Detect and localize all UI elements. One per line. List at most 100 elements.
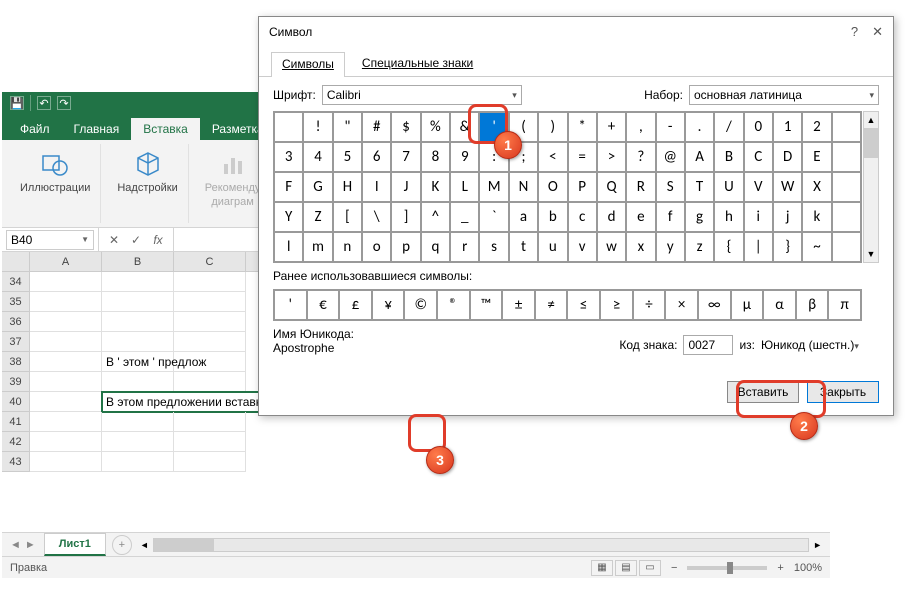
addins-button[interactable]: Надстройки — [113, 146, 181, 196]
char-cell[interactable]: [ — [333, 202, 362, 232]
char-cell[interactable]: k — [802, 202, 831, 232]
char-cell[interactable]: m — [303, 232, 332, 262]
char-cell[interactable]: 5 — [333, 142, 362, 172]
char-cell[interactable] — [274, 112, 303, 142]
char-cell[interactable]: & — [450, 112, 479, 142]
recent-char[interactable]: µ — [731, 290, 764, 320]
char-cell[interactable]: h — [714, 202, 743, 232]
view-page-layout-icon[interactable]: ▤ — [615, 560, 637, 576]
char-cell[interactable]: ^ — [421, 202, 450, 232]
recent-char[interactable]: ≠ — [535, 290, 568, 320]
tab-special-chars[interactable]: Специальные знаки — [351, 51, 484, 76]
char-cell[interactable]: | — [744, 232, 773, 262]
char-cell[interactable]: i — [744, 202, 773, 232]
char-cell[interactable]: T — [685, 172, 714, 202]
enter-formula-icon[interactable]: ✓ — [127, 233, 145, 247]
char-cell[interactable]: u — [538, 232, 567, 262]
char-cell[interactable]: C — [744, 142, 773, 172]
row-headers[interactable]: 34353637383940414243 — [2, 272, 30, 472]
char-cell[interactable]: E — [802, 142, 831, 172]
tab-file[interactable]: Файл — [8, 118, 62, 140]
char-cell[interactable]: * — [568, 112, 597, 142]
char-cell[interactable]: 7 — [391, 142, 420, 172]
char-cell[interactable]: ? — [626, 142, 655, 172]
char-cell[interactable]: q — [421, 232, 450, 262]
encoding-select[interactable]: Юникод (шестн.)▾ — [761, 338, 879, 352]
char-cell[interactable]: / — [714, 112, 743, 142]
close-icon[interactable]: ✕ — [872, 24, 883, 40]
char-cell[interactable]: { — [714, 232, 743, 262]
recent-char[interactable]: £ — [339, 290, 372, 320]
char-cell[interactable]: w — [597, 232, 626, 262]
recent-char[interactable]: © — [404, 290, 437, 320]
code-input[interactable] — [683, 335, 733, 355]
recent-char[interactable]: ™ — [470, 290, 503, 320]
char-cell[interactable]: } — [773, 232, 802, 262]
tab-symbols[interactable]: Символы — [271, 52, 345, 77]
view-page-break-icon[interactable]: ▭ — [639, 560, 661, 576]
char-cell[interactable]: 2 — [802, 112, 831, 142]
char-cell[interactable]: P — [568, 172, 597, 202]
scroll-up-icon[interactable]: ▲ — [864, 112, 878, 128]
add-sheet-button[interactable]: + — [112, 535, 132, 555]
char-cell[interactable]: 3 — [274, 142, 303, 172]
char-cell[interactable]: x — [626, 232, 655, 262]
char-cell[interactable]: H — [333, 172, 362, 202]
scroll-right-icon[interactable]: ► — [813, 540, 822, 550]
char-cell[interactable]: r — [450, 232, 479, 262]
char-cell[interactable]: 8 — [421, 142, 450, 172]
char-cell[interactable]: Q — [597, 172, 626, 202]
char-cell[interactable]: $ — [391, 112, 420, 142]
char-cell[interactable]: v — [568, 232, 597, 262]
recent-char[interactable]: ± — [502, 290, 535, 320]
char-cell[interactable]: - — [656, 112, 685, 142]
char-cell[interactable]: 6 — [362, 142, 391, 172]
recent-char[interactable]: ÷ — [633, 290, 666, 320]
char-cell[interactable]: 1 — [773, 112, 802, 142]
char-cell[interactable]: S — [656, 172, 685, 202]
horizontal-scrollbar[interactable]: ◄ ► — [132, 538, 830, 552]
scroll-left-icon[interactable]: ◄ — [140, 540, 149, 550]
char-cell[interactable]: R — [626, 172, 655, 202]
view-normal-icon[interactable]: ▦ — [591, 560, 613, 576]
font-select[interactable]: Calibri▾ — [322, 85, 522, 105]
redo-icon[interactable]: ↷ — [57, 96, 71, 110]
sheet-tab-1[interactable]: Лист1 — [44, 533, 106, 556]
char-cell[interactable]: + — [597, 112, 626, 142]
cancel-formula-icon[interactable]: ✕ — [105, 233, 123, 247]
char-cell[interactable]: J — [391, 172, 420, 202]
zoom-in-icon[interactable]: + — [777, 562, 783, 574]
tab-home[interactable]: Главная — [62, 118, 132, 140]
cell-B38[interactable]: В ' этом ' предлож — [102, 352, 174, 372]
sheet-nav-prev-icon[interactable]: ◄ — [10, 539, 21, 551]
char-cell[interactable]: < — [538, 142, 567, 172]
sheet-nav-next-icon[interactable]: ► — [25, 539, 36, 551]
char-cell[interactable]: p — [391, 232, 420, 262]
char-cell[interactable]: ] — [391, 202, 420, 232]
recent-char[interactable]: ¥ — [372, 290, 405, 320]
recent-char[interactable]: α — [763, 290, 796, 320]
char-cell[interactable]: Z — [303, 202, 332, 232]
save-icon[interactable]: 💾 — [10, 96, 24, 110]
char-cell[interactable]: g — [685, 202, 714, 232]
recommended-charts-button[interactable]: Рекоменду диаграм — [201, 146, 265, 210]
recent-char[interactable]: ' — [274, 290, 307, 320]
name-box[interactable]: B40 ▼ — [6, 230, 94, 250]
char-cell[interactable]: = — [568, 142, 597, 172]
char-cell[interactable]: , — [626, 112, 655, 142]
char-cell[interactable]: > — [597, 142, 626, 172]
recent-char[interactable]: € — [307, 290, 340, 320]
char-cell[interactable]: # — [362, 112, 391, 142]
char-cell[interactable]: \ — [362, 202, 391, 232]
char-cell[interactable]: z — [685, 232, 714, 262]
char-cell[interactable]: c — [568, 202, 597, 232]
char-cell[interactable]: B — [714, 142, 743, 172]
char-cell[interactable]: y — [656, 232, 685, 262]
char-cell[interactable]: j — [773, 202, 802, 232]
character-grid[interactable]: !"#$%&'()*+,-./0123456789:;<=>?@ABCDEFGH… — [273, 111, 862, 263]
recent-char[interactable]: π — [828, 290, 861, 320]
char-cell[interactable]: G — [303, 172, 332, 202]
scroll-down-icon[interactable]: ▼ — [864, 246, 878, 262]
char-cell[interactable]: a — [509, 202, 538, 232]
char-cell[interactable]: V — [744, 172, 773, 202]
